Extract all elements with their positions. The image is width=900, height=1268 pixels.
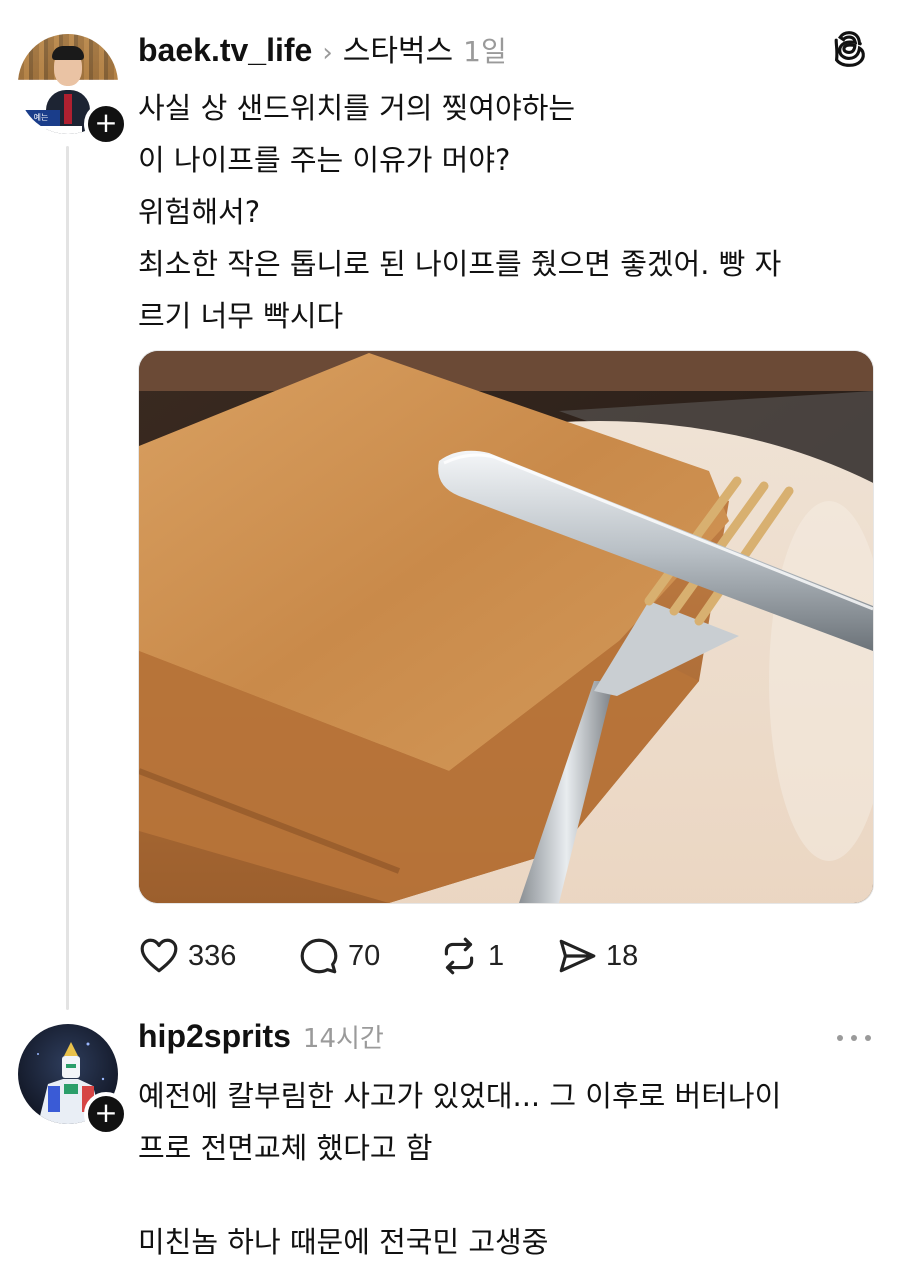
reply-username[interactable]: hip2sprits [138,1018,291,1055]
comment-count: 70 [348,939,381,972]
post-username[interactable]: baek.tv_life [138,32,312,69]
post-line: 르기 너무 빡시다 [138,299,344,333]
reply-line: 미친놈 하나 때문에 전국민 고생중 [138,1225,549,1259]
send-icon [559,939,596,973]
chevron-right-icon: › [322,38,333,68]
repost-button[interactable]: 1 [438,930,504,982]
thread-line [66,146,69,1010]
share-button[interactable]: 18 [556,930,638,982]
reply-line: 예전에 칼부림한 사고가 있었대... 그 이후로 버터나이 [138,1079,782,1113]
follow-button[interactable]: + [84,102,128,146]
like-button[interactable]: 336 [138,930,236,982]
reply-line: 프로 전면교체 했다고 함 [138,1131,433,1165]
reply-header: hip2sprits 14시간 [138,1018,384,1062]
more-options-icon[interactable] [834,1028,874,1048]
post-line: 사실 상 샌드위치를 거의 찢여야하는 [138,91,576,125]
avatar-caption-strip [22,126,82,134]
share-count: 18 [606,939,639,972]
post-line: 위험해서? [138,195,261,229]
community-name[interactable]: 스타벅스 [343,26,453,70]
post-line: 이 나이프를 주는 이유가 머야? [138,143,511,177]
post-header: baek.tv_life › 스타벅스 1일 [138,26,507,70]
heart-icon [140,938,178,973]
repost-count: 1 [488,939,505,972]
post-time: 1일 [463,35,507,68]
post-image[interactable] [138,350,874,904]
repost-icon [444,937,474,975]
like-count: 336 [188,939,237,972]
reply-follow-button[interactable]: + [84,1092,128,1136]
reply-time: 14시간 [302,1024,384,1054]
reply-text: 예전에 칼부림한 사고가 있었대... 그 이후로 버터나이 프로 전면교체 했… [138,1070,878,1268]
toast-photo-icon [139,351,873,903]
avatar-caption: 예는 [22,110,60,126]
post-line: 최소한 작은 톱니로 된 나이프를 줬으면 좋겠어. 빵 자 [138,247,782,281]
post-text: 사실 상 샌드위치를 거의 찢여야하는 이 나이프를 주는 이유가 머야? 위험… [138,82,868,342]
comment-bubble-icon [300,938,338,974]
avatar-hair [52,46,84,60]
threads-logo-icon[interactable] [832,28,872,68]
avatar-tie [64,94,72,124]
comment-button[interactable]: 70 [298,930,380,982]
